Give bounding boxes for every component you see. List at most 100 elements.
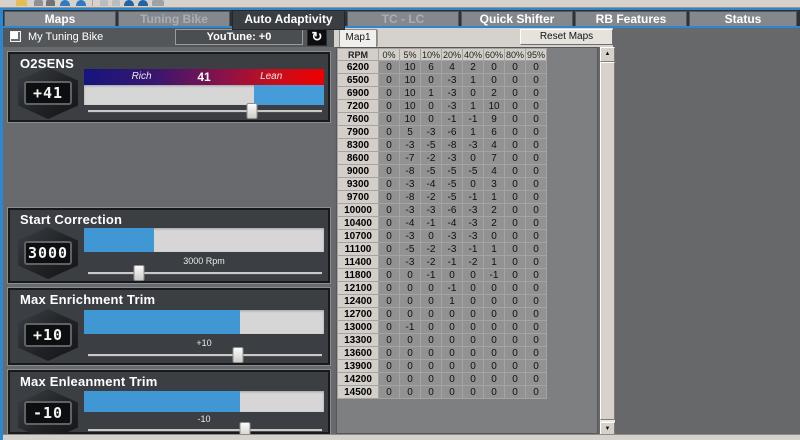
value-cell[interactable]: 0 xyxy=(484,230,505,243)
connect-icon[interactable] xyxy=(138,0,148,6)
value-cell[interactable]: 0 xyxy=(379,269,400,282)
value-cell[interactable]: 9 xyxy=(484,113,505,126)
value-cell[interactable]: 0 xyxy=(505,126,526,139)
value-cell[interactable]: -1 xyxy=(421,217,442,230)
value-cell[interactable]: -3 xyxy=(442,74,463,87)
value-cell[interactable]: 0 xyxy=(505,243,526,256)
value-cell[interactable]: -6 xyxy=(442,204,463,217)
value-cell[interactable]: 0 xyxy=(505,204,526,217)
value-cell[interactable]: 0 xyxy=(526,165,547,178)
value-cell[interactable]: -3 xyxy=(442,243,463,256)
value-cell[interactable]: -2 xyxy=(463,256,484,269)
value-cell[interactable]: 0 xyxy=(421,113,442,126)
connect-icon[interactable] xyxy=(124,0,134,6)
value-cell[interactable]: -3 xyxy=(463,217,484,230)
value-cell[interactable]: 0 xyxy=(505,61,526,74)
value-cell[interactable]: 0 xyxy=(484,373,505,386)
save-icon[interactable] xyxy=(34,0,43,6)
value-cell[interactable]: 0 xyxy=(379,113,400,126)
reset-maps-button[interactable]: Reset Maps xyxy=(520,29,613,45)
value-cell[interactable]: 0 xyxy=(526,269,547,282)
value-cell[interactable]: 0 xyxy=(421,373,442,386)
value-cell[interactable]: 0 xyxy=(526,61,547,74)
value-cell[interactable]: 4 xyxy=(484,165,505,178)
value-cell[interactable]: -1 xyxy=(400,321,421,334)
value-cell[interactable]: -8 xyxy=(400,165,421,178)
value-cell[interactable]: 0 xyxy=(463,178,484,191)
value-cell[interactable]: 0 xyxy=(379,217,400,230)
value-cell[interactable]: 0 xyxy=(400,360,421,373)
value-cell[interactable]: 0 xyxy=(421,360,442,373)
value-cell[interactable]: 0 xyxy=(484,61,505,74)
value-cell[interactable]: 0 xyxy=(505,269,526,282)
value-cell[interactable]: 0 xyxy=(421,321,442,334)
tab-map1[interactable]: Map1 xyxy=(339,29,377,47)
value-cell[interactable]: 0 xyxy=(526,282,547,295)
value-cell[interactable]: 7 xyxy=(484,152,505,165)
value-cell[interactable]: -5 xyxy=(421,165,442,178)
max-enrichment-slider[interactable] xyxy=(88,347,322,363)
value-cell[interactable]: 0 xyxy=(400,295,421,308)
value-cell[interactable]: 0 xyxy=(421,282,442,295)
value-cell[interactable]: -5 xyxy=(442,178,463,191)
value-cell[interactable]: 6 xyxy=(421,61,442,74)
value-cell[interactable]: -2 xyxy=(421,152,442,165)
value-cell[interactable]: -1 xyxy=(463,113,484,126)
value-cell[interactable]: 0 xyxy=(526,204,547,217)
value-cell[interactable]: -1 xyxy=(442,113,463,126)
value-cell[interactable]: -3 xyxy=(421,126,442,139)
value-cell[interactable]: 0 xyxy=(505,165,526,178)
value-cell[interactable]: 0 xyxy=(505,139,526,152)
value-cell[interactable]: 0 xyxy=(526,334,547,347)
value-cell[interactable]: 10 xyxy=(400,87,421,100)
value-cell[interactable]: 0 xyxy=(463,321,484,334)
save-all-icon[interactable] xyxy=(46,0,55,6)
value-cell[interactable]: 0 xyxy=(379,347,400,360)
value-cell[interactable]: -3 xyxy=(442,100,463,113)
value-cell[interactable]: -1 xyxy=(484,269,505,282)
value-cell[interactable]: -1 xyxy=(463,243,484,256)
value-cell[interactable]: 0 xyxy=(463,360,484,373)
value-cell[interactable]: 1 xyxy=(484,191,505,204)
value-cell[interactable]: 0 xyxy=(400,308,421,321)
value-cell[interactable]: 1 xyxy=(463,126,484,139)
value-cell[interactable]: 0 xyxy=(505,178,526,191)
value-cell[interactable]: 0 xyxy=(379,373,400,386)
value-cell[interactable]: 0 xyxy=(526,308,547,321)
value-cell[interactable]: 6 xyxy=(484,126,505,139)
value-cell[interactable]: 1 xyxy=(463,74,484,87)
value-cell[interactable]: -3 xyxy=(400,178,421,191)
value-cell[interactable]: 1 xyxy=(484,243,505,256)
value-cell[interactable]: -4 xyxy=(400,217,421,230)
value-cell[interactable]: 0 xyxy=(379,100,400,113)
value-cell[interactable]: 0 xyxy=(463,269,484,282)
value-cell[interactable]: 0 xyxy=(526,321,547,334)
value-cell[interactable]: -1 xyxy=(442,256,463,269)
value-cell[interactable]: 0 xyxy=(505,74,526,87)
value-cell[interactable]: 0 xyxy=(463,334,484,347)
value-cell[interactable]: 0 xyxy=(379,126,400,139)
value-cell[interactable]: 0 xyxy=(505,87,526,100)
scroll-up-button[interactable]: ▲ xyxy=(600,47,615,62)
value-cell[interactable]: -3 xyxy=(463,204,484,217)
value-cell[interactable]: 0 xyxy=(379,230,400,243)
value-cell[interactable]: 0 xyxy=(379,74,400,87)
value-cell[interactable]: 0 xyxy=(526,100,547,113)
value-cell[interactable]: 0 xyxy=(484,321,505,334)
o2sens-slider[interactable] xyxy=(88,103,322,119)
value-cell[interactable]: 0 xyxy=(484,386,505,399)
value-cell[interactable]: -2 xyxy=(421,243,442,256)
value-cell[interactable]: 0 xyxy=(442,334,463,347)
value-cell[interactable]: 10 xyxy=(400,100,421,113)
value-cell[interactable]: 0 xyxy=(421,334,442,347)
value-cell[interactable]: 0 xyxy=(421,74,442,87)
value-cell[interactable]: 0 xyxy=(505,256,526,269)
value-cell[interactable]: 0 xyxy=(379,282,400,295)
value-cell[interactable]: 10 xyxy=(400,61,421,74)
value-cell[interactable]: 0 xyxy=(379,386,400,399)
value-cell[interactable]: 0 xyxy=(484,360,505,373)
value-cell[interactable]: 0 xyxy=(463,373,484,386)
value-cell[interactable]: 2 xyxy=(484,204,505,217)
value-cell[interactable]: 0 xyxy=(379,152,400,165)
value-cell[interactable]: 0 xyxy=(505,152,526,165)
